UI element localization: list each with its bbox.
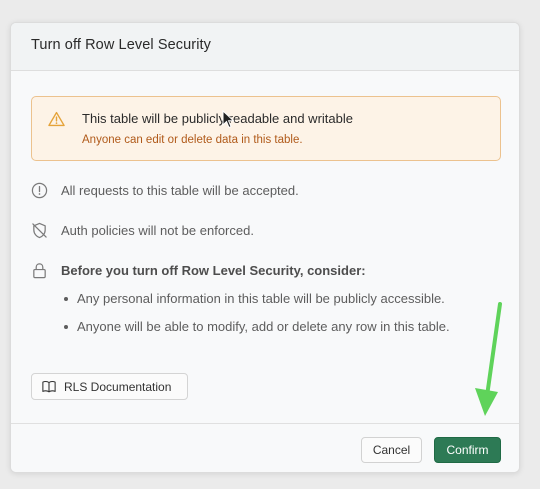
info-row-requests: All requests to this table will be accep…: [61, 183, 299, 198]
annotation-arrow-icon: [475, 302, 502, 416]
rls-documentation-button[interactable]: RLS Documentation: [31, 373, 188, 400]
dialog-title: Turn off Row Level Security: [31, 37, 211, 53]
alert-title: This table will be publicly readable and…: [82, 111, 353, 126]
shield-off-icon: [32, 222, 47, 239]
info-row-policies: Auth policies will not be enforced.: [61, 223, 254, 238]
book-open-icon: [42, 380, 56, 393]
warning-alert: This table will be publicly readable and…: [31, 96, 501, 161]
turn-off-rls-dialog: Turn off Row Level Security This table w…: [10, 22, 520, 473]
bullet-dot: [64, 325, 68, 329]
alert-description: Anyone can edit or delete data in this t…: [82, 134, 303, 146]
mouse-cursor-icon: [222, 110, 235, 129]
rls-documentation-label: RLS Documentation: [64, 380, 172, 394]
dialog-footer: Cancel Confirm: [11, 423, 519, 472]
alert-circle-icon: [31, 182, 48, 199]
warning-triangle-icon: [48, 111, 65, 127]
list-item-text: Anyone will be able to modify, add or de…: [77, 319, 450, 334]
screen: Turn off Row Level Security This table w…: [0, 0, 540, 489]
list-item: Anyone will be able to modify, add or de…: [61, 317, 450, 345]
confirm-button[interactable]: Confirm: [434, 437, 501, 463]
list-item: Any personal information in this table w…: [61, 289, 450, 317]
cancel-button[interactable]: Cancel: [361, 437, 422, 463]
consider-heading: Before you turn off Row Level Security, …: [61, 263, 366, 278]
dialog-header: Turn off Row Level Security: [11, 23, 519, 71]
lock-icon: [33, 263, 46, 279]
bullet-dot: [64, 297, 68, 301]
list-item-text: Any personal information in this table w…: [77, 291, 445, 306]
consider-list: Any personal information in this table w…: [61, 289, 450, 345]
